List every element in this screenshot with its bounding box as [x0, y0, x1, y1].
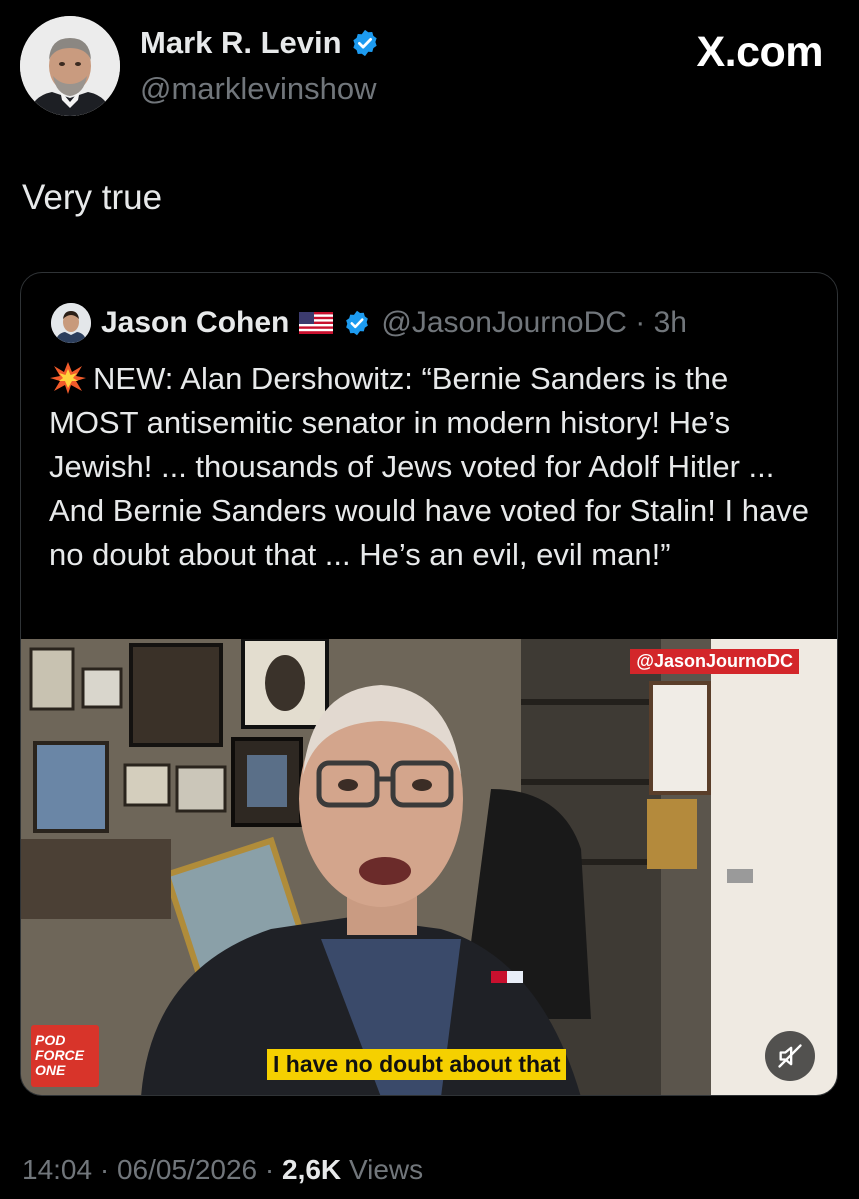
video-frame: [21, 639, 837, 1095]
logo-line-2: FORCE: [35, 1047, 84, 1063]
author-avatar[interactable]: [20, 16, 120, 116]
tweet-time[interactable]: 14:04: [22, 1154, 92, 1185]
pod-force-one-logo: POD FORCE ONE: [31, 1025, 99, 1087]
video-watermark: @JasonJournoDC: [630, 649, 799, 674]
collision-emoji-icon: [50, 362, 86, 394]
quoted-author-handle[interactable]: @JasonJournoDC · 3h: [381, 306, 687, 340]
x-brand-logo: X.com: [696, 28, 823, 76]
quoted-tweet-card[interactable]: Jason Cohen @JasonJournoDC · 3h NEW: Ala…: [20, 272, 838, 1096]
tweet-meta: 14:04 · 06/05/2026 · 2,6K Views: [22, 1154, 424, 1185]
video-caption: I have no doubt about that: [267, 1049, 567, 1080]
quoted-verified-badge-icon: [346, 310, 369, 336]
quoted-author-avatar[interactable]: [51, 303, 91, 343]
author-name[interactable]: Mark R. Levin: [140, 22, 342, 64]
quoted-tweet-text: NEW: Alan Dershowitz: “Bernie Sanders is…: [49, 357, 819, 577]
quoted-author-name[interactable]: Jason Cohen: [101, 306, 289, 340]
author-handle[interactable]: @marklevinshow: [140, 68, 376, 110]
quoted-handle-text: @JasonJournoDC: [381, 306, 627, 339]
verified-badge-icon: [352, 29, 377, 57]
views-label: Views: [348, 1154, 424, 1185]
quoted-time: 3h: [653, 306, 687, 339]
us-flag-icon: [299, 312, 334, 334]
mute-toggle-button[interactable]: [765, 1031, 815, 1081]
quoted-avatar-image: [51, 303, 91, 343]
video-player[interactable]: @JasonJournoDC POD FORCE ONE I have no d…: [21, 639, 837, 1095]
logo-line-1: POD: [35, 1032, 66, 1048]
author-avatar-image: [20, 16, 120, 116]
quoted-tweet-header: Jason Cohen @JasonJournoDC · 3h: [51, 303, 687, 343]
quoted-body-text: NEW: Alan Dershowitz: “Bernie Sanders is…: [49, 361, 809, 572]
tweet-date[interactable]: 06/05/2026: [117, 1154, 257, 1185]
author-name-row[interactable]: Mark R. Levin: [140, 22, 380, 64]
speaker-muted-icon: [778, 1044, 802, 1068]
views-count: 2,6K: [282, 1154, 342, 1185]
logo-line-3: ONE: [35, 1062, 66, 1078]
tweet-text: Very true: [22, 178, 163, 217]
